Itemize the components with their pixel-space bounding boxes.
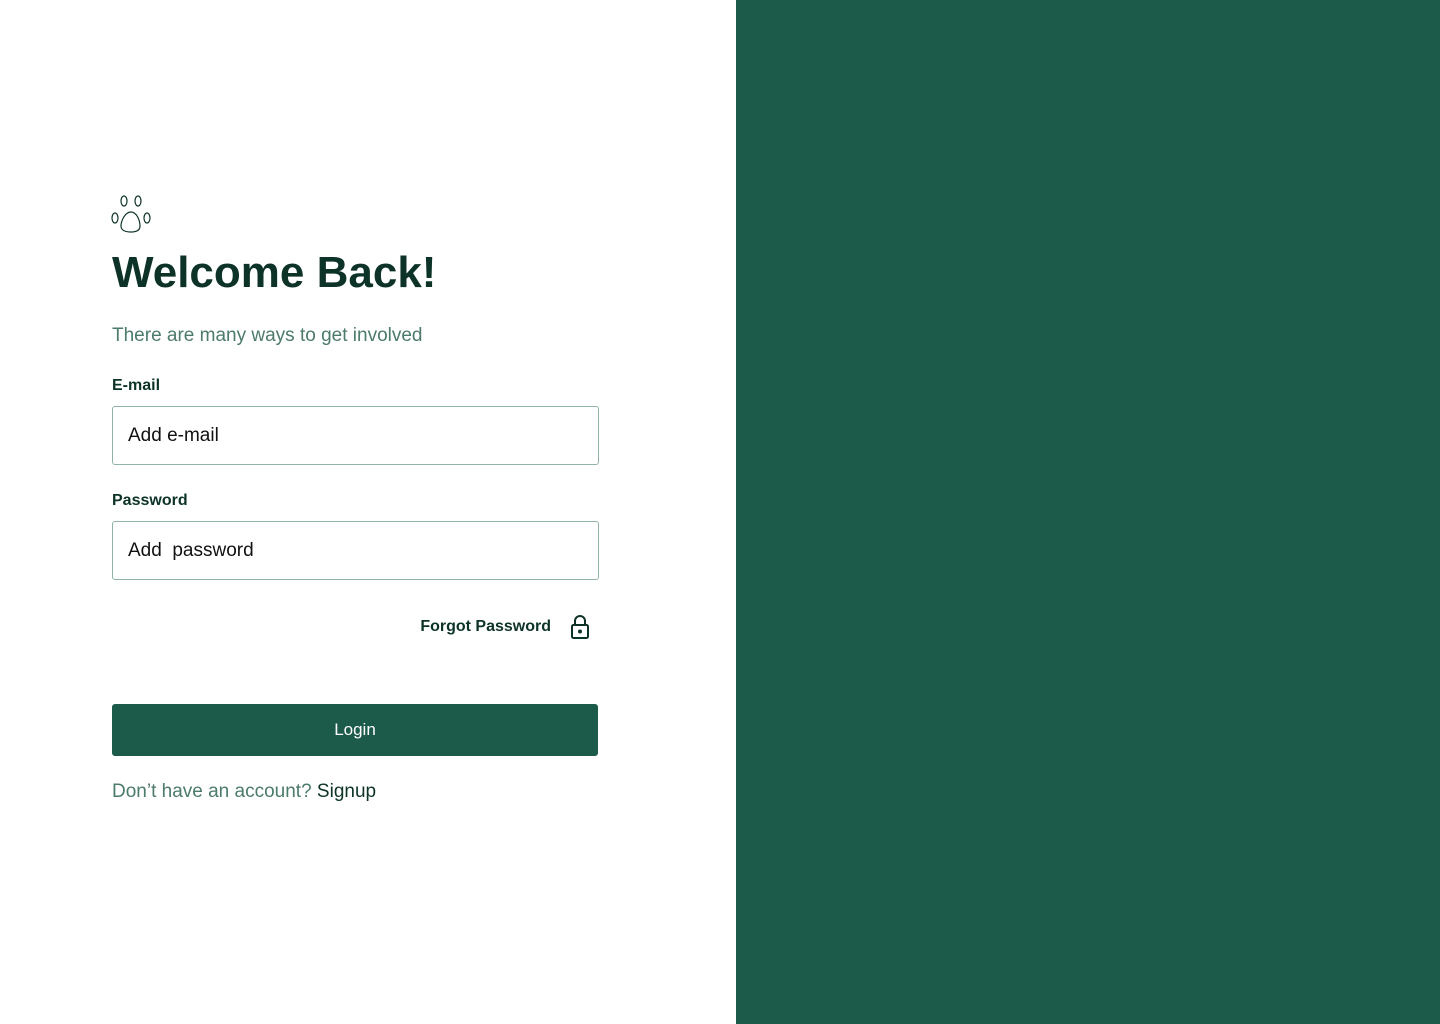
password-field-box bbox=[112, 521, 599, 580]
page-title: Welcome Back! bbox=[112, 248, 437, 297]
lock-icon[interactable] bbox=[570, 614, 590, 640]
signup-row: Don’t have an account? Signup bbox=[112, 781, 376, 803]
login-panel: Welcome Back! There are many ways to get… bbox=[0, 0, 736, 1024]
signup-prompt: Don’t have an account? bbox=[112, 781, 312, 802]
decorative-side-panel bbox=[736, 0, 1440, 1024]
email-field-box bbox=[112, 406, 599, 465]
paw-print-icon bbox=[111, 195, 151, 233]
email-label: E-mail bbox=[112, 377, 161, 394]
password-label: Password bbox=[112, 492, 188, 509]
login-page: Welcome Back! There are many ways to get… bbox=[0, 0, 1440, 1024]
forgot-password-row: Forgot Password bbox=[400, 612, 596, 642]
login-button[interactable]: Login bbox=[112, 704, 598, 756]
email-field[interactable] bbox=[113, 407, 598, 464]
forgot-password-link[interactable]: Forgot Password bbox=[420, 618, 551, 636]
password-field[interactable] bbox=[113, 522, 598, 579]
page-subtitle: There are many ways to get involved bbox=[112, 325, 423, 346]
signup-link[interactable]: Signup bbox=[317, 781, 376, 802]
